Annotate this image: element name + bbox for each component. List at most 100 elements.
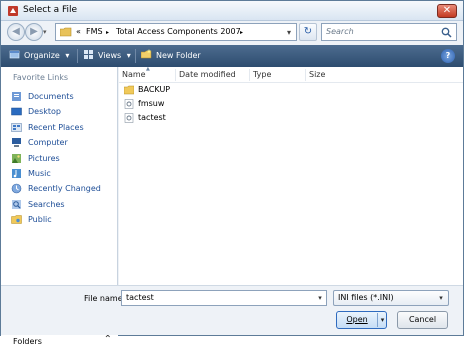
sidebar-item-label: Pictures [28, 153, 60, 163]
title-bar: Select a File ✕ [1, 1, 463, 21]
refresh-icon: ↻ [303, 26, 313, 37]
chevron-down-icon: ▾ [439, 294, 443, 302]
search-icon[interactable] [441, 27, 452, 38]
file-row-fmsuw[interactable]: fmsuw [122, 97, 164, 111]
column-header-name[interactable]: ▲ Name [119, 66, 174, 81]
sidebar-item-desktop[interactable]: Desktop [1, 104, 118, 119]
file-name-label: File name: [84, 294, 126, 303]
breadcrumb-separator[interactable]: ▸ [106, 29, 109, 36]
organize-label: Organize [24, 51, 60, 60]
recent-pages-dropdown[interactable]: ▾ [43, 27, 51, 37]
forward-button[interactable]: ▶ [25, 23, 43, 41]
folder-icon [60, 27, 72, 37]
help-button[interactable]: ? [441, 49, 455, 63]
pictures-icon [12, 153, 21, 163]
column-header-type[interactable]: Type [249, 69, 305, 81]
breadcrumb-separator[interactable]: ▸ [240, 29, 243, 36]
back-arrow-icon: ◀ [12, 26, 20, 37]
desktop-icon [11, 108, 22, 116]
settings-file-icon [124, 113, 134, 123]
refresh-button[interactable]: ↻ [299, 23, 317, 41]
sidebar-item-label: Music [28, 168, 51, 178]
cancel-button[interactable]: Cancel [397, 311, 448, 329]
sort-ascending-icon: ▲ [146, 66, 150, 72]
new-folder-icon [141, 49, 152, 59]
views-icon [84, 50, 93, 59]
search-input[interactable]: Search [321, 23, 457, 41]
app-icon [8, 6, 18, 16]
close-button[interactable]: ✕ [437, 4, 457, 18]
file-name-value: tactest [126, 293, 154, 302]
music-icon [12, 168, 21, 178]
sidebar-item-music[interactable]: Music [1, 166, 118, 181]
sidebar-item-public[interactable]: Public [1, 212, 118, 227]
breadcrumb-fms[interactable]: FMS [86, 27, 103, 36]
recent-places-icon [11, 122, 22, 132]
address-bar[interactable]: « FMS ▸ Total Access Components 2007 ▸ ▾ [55, 23, 297, 41]
sidebar-item-label: Recent Places [28, 122, 84, 132]
toolbar-divider [77, 49, 78, 63]
chevron-down-icon: ▾ [65, 51, 70, 60]
favorite-links-list: Documents Desktop Recent Places Computer… [1, 89, 118, 228]
navigation-pane: Favorite Links Documents Desktop Recent … [1, 67, 118, 351]
favorite-links-header: Favorite Links [13, 73, 69, 82]
column-header-size[interactable]: Size [305, 69, 365, 81]
organize-button[interactable]: Organize ▾ [9, 49, 69, 63]
views-button[interactable]: Views ▾ [83, 49, 131, 63]
sidebar-item-recent-places[interactable]: Recent Places [1, 120, 118, 135]
recently-changed-icon [11, 184, 22, 194]
sidebar-item-label: Desktop [28, 107, 61, 117]
sidebar-item-label: Public [28, 215, 52, 225]
open-label: Open [346, 315, 368, 324]
sidebar-item-recently-changed[interactable]: Recently Changed [1, 181, 118, 196]
chevron-down-icon[interactable]: ▾ [315, 292, 325, 304]
column-headers: ▲ Name Date modified Type Size [119, 67, 463, 83]
sidebar-item-computer[interactable]: Computer [1, 135, 118, 150]
file-name: fmsuw [138, 99, 165, 108]
settings-file-icon [124, 99, 134, 109]
file-name: tactest [138, 113, 166, 122]
computer-icon [12, 138, 21, 148]
file-type-value: INI files (*.INI) [338, 293, 394, 302]
column-header-date-modified[interactable]: Date modified [175, 69, 249, 81]
sidebar-item-pictures[interactable]: Pictures [1, 151, 118, 166]
file-name-field[interactable]: tactest ▾ [121, 290, 327, 306]
folders-label: Folders [13, 337, 42, 346]
sidebar-item-label: Searches [28, 199, 65, 209]
sidebar-item-label: Recently Changed [28, 184, 101, 194]
close-icon: ✕ [442, 5, 452, 16]
new-folder-button[interactable]: New Folder [141, 49, 201, 63]
file-type-select[interactable]: INI files (*.INI) ▾ [333, 290, 449, 306]
chevron-down-icon[interactable]: ▾ [378, 312, 387, 328]
file-row-backup[interactable]: BACKUP [122, 83, 170, 97]
sidebar-item-documents[interactable]: Documents [1, 89, 118, 104]
bottom-panel: File name: tactest ▾ INI files (*.INI) ▾… [1, 285, 463, 335]
file-list-pane: ▲ Name Date modified Type Size BACKUP fm… [119, 67, 463, 285]
new-folder-label: New Folder [156, 51, 201, 60]
folder-icon [124, 85, 134, 95]
views-label: Views [98, 51, 122, 60]
sidebar-item-searches[interactable]: Searches [1, 197, 118, 212]
searches-icon [12, 199, 21, 209]
search-placeholder: Search [326, 27, 354, 36]
documents-icon [12, 92, 21, 101]
forward-arrow-icon: ▶ [30, 26, 38, 37]
organize-icon [9, 50, 20, 59]
help-icon: ? [445, 51, 451, 60]
chevron-down-icon: ▾ [126, 51, 131, 60]
file-name: BACKUP [138, 85, 171, 94]
sidebar-item-label: Computer [28, 138, 68, 148]
back-button[interactable]: ◀ [7, 23, 25, 41]
toolbar-divider [135, 49, 136, 63]
open-button[interactable]: Open ▾ [336, 311, 387, 329]
public-icon [11, 215, 22, 224]
sidebar-item-label: Documents [28, 92, 74, 101]
dialog-window: Select a File ✕ ◀ ▶ ▾ « FMS ▸ Total Acce… [0, 0, 464, 351]
window-title: Select a File [23, 5, 78, 15]
command-toolbar: Organize ▾ Views ▾ New Folder ? [1, 45, 463, 67]
breadcrumb-total-access[interactable]: Total Access Components 2007 [116, 27, 241, 36]
navigation-bar: ◀ ▶ ▾ « FMS ▸ Total Access Components 20… [1, 21, 463, 43]
address-dropdown-icon[interactable]: ▾ [284, 27, 294, 38]
file-row-tactest[interactable]: tactest [122, 111, 166, 125]
address-overflow[interactable]: « [76, 27, 81, 36]
